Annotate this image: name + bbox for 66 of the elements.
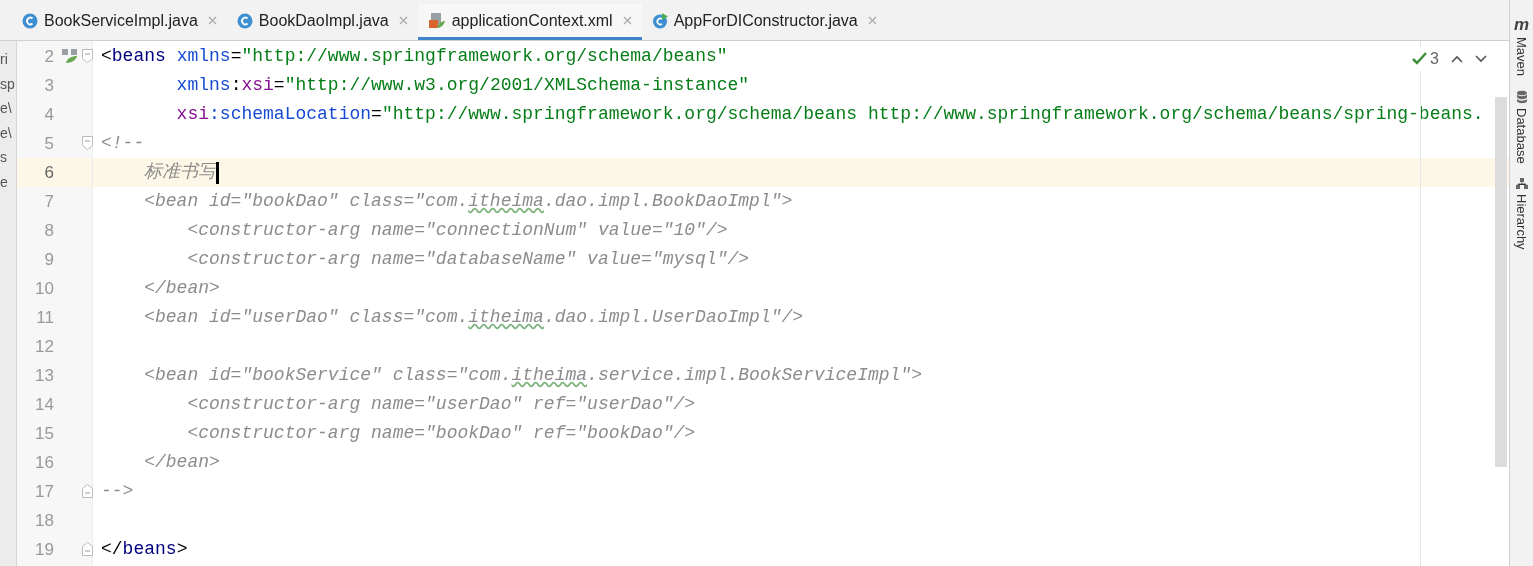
project-tree-text: e\ <box>0 123 13 143</box>
scrollbar-thumb[interactable] <box>1495 97 1507 467</box>
close-icon[interactable] <box>867 16 877 25</box>
inspection-count: 3 <box>1430 49 1439 69</box>
line-number: 4 <box>43 103 54 126</box>
close-icon[interactable] <box>398 16 408 25</box>
fold-icon[interactable] <box>82 484 93 498</box>
line-number: 2 <box>43 45 54 68</box>
tool-window-button[interactable]: Database <box>1511 90 1532 164</box>
code-line: <bean id="bookService" class="com.itheima.service.impl.BookServiceImpl"> <box>143 364 922 387</box>
line-number: 11 <box>35 306 54 329</box>
code-line: <constructor-arg name="userDao" ref="userDao"/> <box>186 393 696 416</box>
fold-icon[interactable] <box>82 136 93 150</box>
line-number: 3 <box>43 74 54 97</box>
code-line: <beans xmlns="http://www.springframework.org/schema/beans" <box>101 45 728 68</box>
class-icon <box>22 12 38 29</box>
line-number: 15 <box>34 422 54 445</box>
line-number: 7 <box>43 190 54 213</box>
editor-tab[interactable]: BookDaoImpl.java <box>226 4 418 40</box>
close-icon[interactable] <box>622 16 632 25</box>
project-tree-text: ri <box>0 50 9 69</box>
project-tree-text: e\ <box>0 99 13 118</box>
line-number: 6 <box>43 161 54 184</box>
line-number: 9 <box>43 248 54 271</box>
code-line: <bean id="userDao" class="com.itheima.dao.impl.UserDaoImpl"/> <box>143 306 804 329</box>
line-number: 12 <box>34 335 54 358</box>
close-icon[interactable] <box>207 16 217 25</box>
line-number: 16 <box>34 451 54 474</box>
code-line: <constructor-arg name="databaseName" value="mysql"/> <box>186 248 750 271</box>
class-run-icon <box>651 12 668 29</box>
code-line: </bean> <box>143 277 220 300</box>
line-number: 17 <box>34 480 54 503</box>
code-line: <constructor-arg name="connectionNum" value="10"/> <box>186 219 728 242</box>
code-line: </bean> <box>143 451 220 474</box>
chevron-down-icon[interactable] <box>1475 55 1487 63</box>
tool-window-button[interactable]: Hierarchy <box>1511 177 1532 250</box>
line-number: 13 <box>34 364 54 387</box>
project-tree-text: s <box>0 148 8 167</box>
code-line: xsi:schemaLocation="http://www.springframework.org/schema/beans http://www.springframework.org/schema/beans/spring-beans. <box>175 103 1484 126</box>
code-line: </beans> <box>101 538 188 561</box>
code-line: <constructor-arg name="bookDao" ref="bookDao"/> <box>186 422 696 445</box>
line-number: 5 <box>43 132 54 155</box>
fold-icon[interactable] <box>82 49 93 63</box>
project-tree-text: e <box>0 172 9 192</box>
editor-tab[interactable]: applicationContext.xml <box>417 4 642 40</box>
chevron-up-icon[interactable] <box>1451 55 1463 63</box>
hierarchy-icon <box>1515 177 1528 190</box>
xml-file-icon <box>427 12 446 29</box>
line-number: 14 <box>34 393 54 416</box>
line-number: 19 <box>34 538 54 561</box>
fold-icon[interactable] <box>82 542 93 556</box>
code-line: xmlns:xsi="http://www.w3.org/2001/XMLSchema-instance" <box>175 74 750 97</box>
class-icon <box>236 12 253 29</box>
line-number: 18 <box>34 509 54 532</box>
bean-icon <box>61 48 79 64</box>
database-icon <box>1515 90 1528 105</box>
line-number: 10 <box>34 277 54 300</box>
code-line: --> <box>101 480 134 503</box>
editor-tab[interactable]: BookServiceImpl.java <box>12 4 227 40</box>
editor-tab[interactable]: AppForDIConstructor.java <box>641 4 887 40</box>
code-line: <!-- <box>101 132 145 155</box>
check-icon <box>1412 52 1429 66</box>
code-line: <bean id="bookDao" class="com.itheima.dao.impl.BookDaoImpl"> <box>143 190 793 213</box>
line-number: 8 <box>43 219 54 242</box>
project-tree-text: sp <box>0 74 16 94</box>
tool-window-button[interactable]: m Maven <box>1511 16 1532 77</box>
